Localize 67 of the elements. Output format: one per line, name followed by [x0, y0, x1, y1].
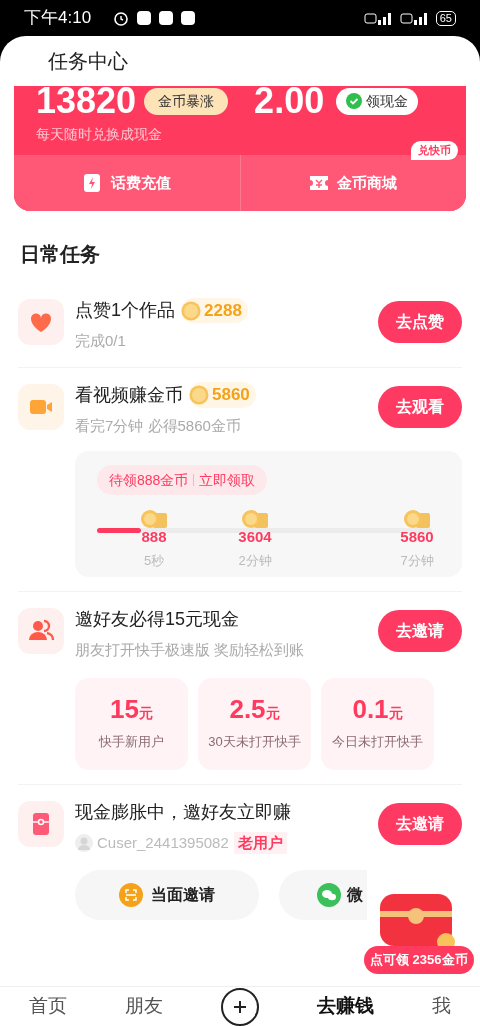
task-title: 看视频赚金币 [75, 383, 183, 407]
cash-balance: 2.00 [254, 86, 325, 116]
offer-unit: 元 [265, 705, 280, 724]
task-action-button[interactable]: 去点赞 [378, 301, 462, 343]
offer-unit: 元 [138, 705, 153, 724]
offer-amount: 15 [110, 695, 139, 724]
status-time: 下午4:10 [24, 7, 92, 30]
coin-surge-badge: 金币暴涨 [144, 87, 229, 115]
coin-icon [181, 300, 201, 321]
task-subtitle: 看完7分钟 必得5860金币 [75, 415, 242, 436]
milestone-coins: 888 [141, 529, 167, 545]
battery-level: 65 [435, 10, 456, 26]
nav-tab[interactable]: 我 [432, 992, 451, 1021]
avatar-icon [75, 833, 93, 852]
offer-amount: 2.5 [229, 695, 266, 724]
milestone-time: 5秒 [143, 552, 165, 570]
milestone-time: 7分钟 [400, 552, 434, 570]
scan-icon [119, 883, 143, 907]
create-button[interactable] [221, 987, 259, 1026]
task-title: 点赞1个作品 [75, 299, 175, 322]
lightning-icon [82, 173, 103, 193]
reward-amount: 5860 [212, 384, 250, 407]
withdraw-cash-button[interactable]: 领现金 [336, 87, 419, 115]
check-icon [346, 93, 363, 109]
task-action-button[interactable]: 去邀请 [378, 610, 462, 652]
card-action-button[interactable]: 话费充值 [14, 155, 240, 211]
offer-label: 今日未打开快手 [332, 733, 423, 752]
user-tag: 老用户 [233, 831, 287, 854]
milestone-time: 2分钟 [238, 552, 272, 570]
coin-icon [189, 385, 209, 405]
share-button[interactable]: 当面邀请 [75, 870, 259, 920]
page-title: 任务中心 [48, 49, 128, 74]
signal-icon [363, 11, 394, 25]
milestone-coins: 5860 [400, 529, 434, 545]
username: Cuser_2441395082 [97, 832, 229, 853]
task-action-button[interactable]: 去观看 [378, 385, 462, 428]
claim-tooltip[interactable]: 待领888金币 立即领取 [97, 465, 268, 495]
exchange-badge: 兑快币 [411, 141, 458, 160]
offer-unit: 元 [388, 705, 403, 724]
chat-bubbles-icon [317, 883, 341, 907]
offer-amount: 0.1 [352, 695, 389, 724]
task-title: 现金膨胀中，邀好友立即赚 [75, 800, 291, 824]
task-subtitle: 朋友打开快手极速版 奖励轻松到账 [75, 640, 306, 660]
claim-now-link[interactable]: 立即领取 [199, 469, 256, 491]
coin-stack-icon [240, 509, 270, 529]
share-button[interactable]: 微 [279, 870, 367, 920]
card-hint: 每天随时兑换成现金 [36, 125, 163, 144]
nav-tab[interactable]: 去赚钱 [317, 992, 374, 1021]
task-title: 邀好友必得15元现金 [75, 608, 240, 631]
task-action-button[interactable]: 去邀请 [378, 802, 462, 845]
ticket-icon [309, 173, 330, 193]
signal-icon [399, 11, 430, 25]
pending-coins-text: 待领888金币 [109, 470, 189, 490]
alarm-icon [113, 10, 130, 26]
task-subtitle: 完成0/1 [75, 331, 127, 351]
coin-balance: 13820 [36, 86, 137, 116]
coin-stack-icon [402, 509, 432, 529]
section-title: 日常任务 [20, 242, 101, 267]
offer-label: 30天未打开快手 [208, 733, 301, 752]
reward-amount: 2288 [204, 299, 242, 322]
milestone-coins: 3604 [238, 529, 272, 545]
reward-claim-button[interactable]: 点可领 2356金币 [364, 946, 474, 974]
plus-icon [232, 998, 248, 1015]
nav-tab[interactable]: 首页 [29, 992, 67, 1021]
offer-label: 快手新用户 [99, 733, 164, 752]
nav-tab[interactable]: 朋友 [125, 992, 163, 1021]
coin-stack-icon [139, 509, 169, 529]
